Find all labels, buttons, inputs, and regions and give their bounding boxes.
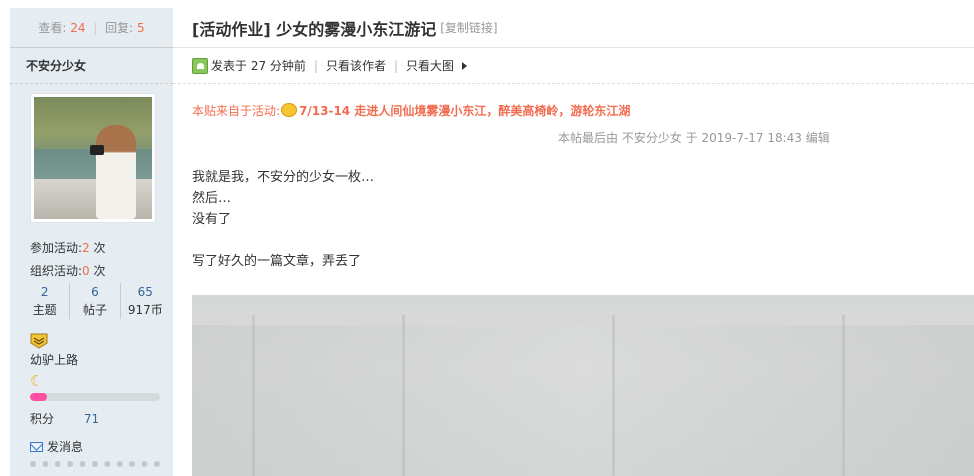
moon-icon: ☾	[30, 372, 44, 390]
edit-note: 本帖最后由 不安分少女 于 2019-7-17 18:43 编辑	[558, 131, 830, 145]
post-photo[interactable]	[192, 295, 974, 476]
score-row: 积分 71	[30, 411, 173, 427]
count-posts[interactable]: 6 帖子	[70, 283, 121, 319]
times-unit: 次	[93, 264, 106, 278]
post-body: 我就是我，不安分的少女一枚… 然后… 没有了 写了好久的一篇文章，弄丢了	[192, 167, 974, 272]
replies-label: 回复:	[105, 21, 134, 35]
meta-divider: |	[393, 58, 399, 73]
avatar[interactable]	[30, 93, 156, 223]
avatar-camera	[90, 145, 104, 155]
send-message-label: 发消息	[47, 440, 84, 454]
sidebar-cut-off-content	[30, 461, 160, 467]
activities-joined-row: 参加活动:2 次	[30, 237, 173, 260]
replies-count: 5	[137, 21, 145, 35]
meta-divider: |	[313, 58, 318, 73]
level-progress-fill	[30, 393, 47, 401]
count-coins[interactable]: 65 917币	[121, 283, 170, 319]
times-unit: 次	[93, 241, 106, 255]
activities-organized-count[interactable]: 0	[82, 264, 90, 278]
envelope-icon	[30, 442, 43, 452]
post-line: 没有了	[192, 212, 232, 227]
photo-tree	[842, 315, 845, 476]
level-progress-bar	[30, 393, 160, 401]
post-title-row: [活动作业] 少女的雾漫小东江游记 [复制链接]	[173, 8, 974, 48]
copy-link-button[interactable]: [复制链接]	[440, 19, 497, 36]
only-images-link[interactable]: 只看大图	[406, 57, 454, 74]
post-meta: 发表于 27 分钟前 | 只看该作者 | 只看大图	[173, 48, 974, 84]
activity-face-icon	[281, 103, 298, 117]
activities-organized-label: 组织活动:	[30, 264, 83, 278]
post-line: 我就是我，不安分的少女一枚…	[192, 170, 375, 185]
activities-joined-label: 参加活动:	[30, 241, 83, 255]
level-name: 幼驴上路	[30, 353, 79, 367]
thread-stats: 查看: 24 | 回复: 5	[10, 8, 173, 48]
post-main: [活动作业] 少女的雾漫小东江游记 [复制链接] 发表于 27 分钟前 | 只看…	[173, 8, 974, 476]
send-message-link[interactable]: 发消息	[30, 439, 173, 455]
post-line: 然后…	[192, 191, 232, 206]
author-name[interactable]: 不安分少女	[10, 48, 173, 84]
count-value: 2	[40, 285, 49, 299]
posted-time: 发表于 27 分钟前	[211, 59, 306, 73]
photo-tree	[402, 315, 405, 476]
views-count: 24	[70, 21, 86, 35]
count-label: 917币	[127, 303, 163, 317]
posted-icon	[192, 57, 208, 74]
photo-tree	[252, 315, 255, 476]
count-threads[interactable]: 2 主题	[20, 283, 71, 319]
activity-info: 参加活动:2 次 组织活动:0 次	[10, 223, 173, 283]
score-value: 71	[83, 412, 100, 426]
count-label: 主题	[32, 303, 57, 317]
post-line: 写了好久的一篇文章，弄丢了	[192, 254, 362, 269]
arrow-right-icon[interactable]	[462, 61, 468, 70]
avatar-image[interactable]	[34, 97, 152, 219]
author-sidebar: 查看: 24 | 回复: 5 不安分少女 参加活动:2 次 组织活动:0 次 2…	[10, 8, 173, 476]
photo-fog	[192, 325, 974, 476]
activities-joined-count[interactable]: 2	[82, 241, 90, 255]
activity-link[interactable]: 7/13-14 走进人间仙境雾漫小东江，醉美高椅岭，游轮东江湖	[299, 102, 630, 119]
count-value: 6	[91, 285, 99, 299]
views-label: 查看:	[38, 21, 67, 35]
medal-icon[interactable]	[30, 333, 48, 349]
score-label: 积分	[30, 412, 55, 426]
only-author-link[interactable]: 只看该作者	[326, 57, 386, 74]
post-title: [活动作业] 少女的雾漫小东江游记	[192, 19, 437, 39]
avatar-person	[96, 125, 136, 219]
activity-source: 本贴来自于活动: 7/13-14 走进人间仙境雾漫小东江，醉美高椅岭，游轮东江湖	[192, 101, 974, 119]
author-counts: 2 主题 6 帖子 65 917币	[20, 283, 170, 319]
count-value: 65	[137, 285, 153, 299]
photo-tree	[612, 315, 615, 476]
activities-organized-row: 组织活动:0 次	[30, 260, 173, 283]
count-label: 帖子	[82, 303, 107, 317]
stats-divider: |	[93, 21, 98, 35]
activity-source-label: 本贴来自于活动:	[192, 103, 281, 118]
